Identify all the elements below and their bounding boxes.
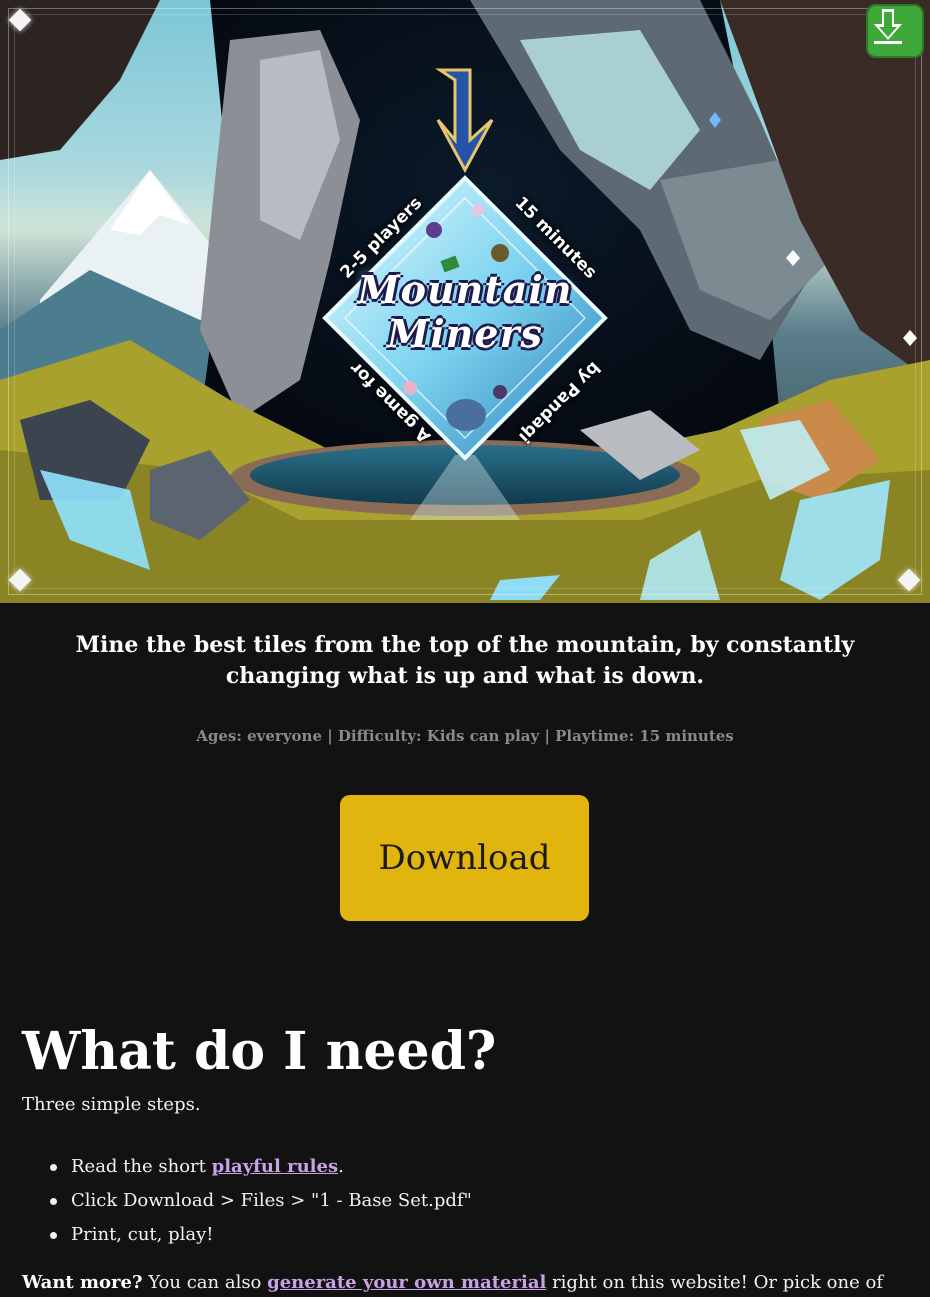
game-logo: Mountain Miners — [330, 268, 600, 356]
list-item: Read the short playful rules. — [50, 1150, 472, 1184]
list-item: Click Download > Files > "1 - Base Set.p… — [50, 1184, 472, 1218]
download-arrow-icon-graphic — [874, 9, 902, 44]
want-more-text: You can also — [142, 1272, 268, 1293]
download-button[interactable]: Download — [340, 795, 589, 921]
logo-line-2: Miners — [387, 311, 543, 356]
step-text: Read the short — [71, 1156, 212, 1177]
logo-line-1: Mountain — [357, 267, 573, 312]
tagline: Mine the best tiles from the top of the … — [75, 632, 855, 689]
game-meta-info: Ages: everyone | Difficulty: Kids can pl… — [196, 727, 734, 745]
generate-material-link[interactable]: generate your own material — [267, 1272, 546, 1293]
want-more-text-after: right on this website! Or pick one of — [546, 1272, 883, 1293]
step-text: Print, cut, play! — [71, 1224, 214, 1245]
step-punctuation: . — [338, 1156, 344, 1177]
steps-list: Read the short playful rules. Click Down… — [50, 1150, 472, 1252]
hero-banner: Mountain Miners 2-5 players 15 minutes A… — [0, 0, 930, 603]
section-intro: Three simple steps. — [22, 1094, 201, 1115]
download-arrow-icon[interactable] — [866, 4, 924, 58]
step-text: Click Download > Files > "1 - Base Set.p… — [71, 1190, 472, 1211]
playful-rules-link[interactable]: playful rules — [212, 1156, 338, 1177]
list-item: Print, cut, play! — [50, 1218, 472, 1252]
want-more-paragraph: Want more? You can also generate your ow… — [22, 1272, 883, 1293]
section-heading: What do I need? — [22, 1021, 497, 1082]
want-more-label: Want more? — [22, 1272, 143, 1293]
